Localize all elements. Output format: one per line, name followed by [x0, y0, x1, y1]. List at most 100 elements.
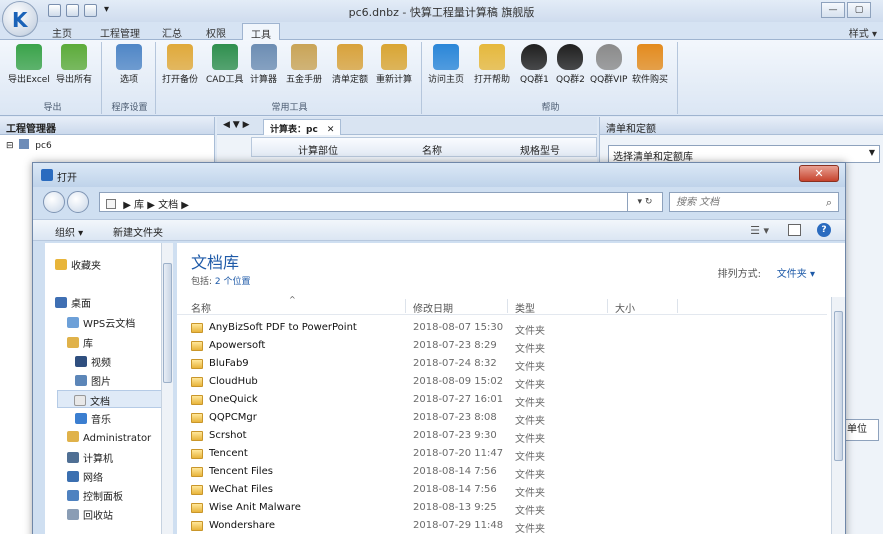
column-header-name[interactable]: 名称	[191, 300, 211, 315]
recalculate-button[interactable]: 重新计算	[376, 44, 412, 85]
open-help-button[interactable]: 打开帮助	[474, 44, 510, 85]
file-row[interactable]: WeChat Files 2018-08-14 7:56 文件夹	[177, 481, 827, 499]
ribbon-group-label: 导出	[43, 103, 62, 113]
open-backup-button[interactable]: 打开备份	[162, 44, 198, 85]
file-row[interactable]: Apowersoft 2018-07-23 8:29 文件夹	[177, 337, 827, 355]
tree-root-item[interactable]: ⊟ pc6	[0, 135, 214, 155]
help-icon[interactable]: ?	[817, 223, 831, 237]
back-button[interactable]	[43, 191, 65, 213]
qq-penguin-icon	[521, 44, 548, 70]
calculator-button[interactable]: 计算器	[250, 44, 277, 85]
includes-label: 包括:	[191, 277, 213, 287]
document-icon	[74, 395, 86, 406]
tab-nav-arrows[interactable]: ◀ ▼ ▶	[223, 120, 250, 130]
tab-summary[interactable]: 汇总	[154, 23, 190, 40]
nav-item-computer[interactable]: 计算机	[67, 450, 113, 465]
hardware-manual-button[interactable]: 五金手册	[286, 44, 322, 85]
folder-icon	[191, 341, 203, 351]
collapse-icon[interactable]: ⊟	[6, 141, 14, 151]
address-bar[interactable]: ▶ 库 ▶ 文档 ▶	[99, 192, 663, 212]
file-row[interactable]: Wondershare 2018-07-29 11:48 文件夹	[177, 517, 827, 534]
new-folder-button[interactable]: 新建文件夹	[113, 224, 163, 239]
close-button[interactable]: ✕	[799, 165, 839, 182]
ribbon-group-help: 访问主页 打开帮助 QQ群1 QQ群2 QQ群VIP 软件购买 帮助	[424, 42, 678, 114]
file-row[interactable]: Tencent 2018-07-20 11:47 文件夹	[177, 445, 827, 463]
nav-item-music[interactable]: 音乐	[75, 411, 111, 426]
breadcrumb[interactable]: ▶ 库 ▶ 文档 ▶	[123, 200, 189, 211]
nav-item-pictures[interactable]: 图片	[75, 373, 111, 388]
nav-item-videos[interactable]: 视频	[75, 354, 111, 369]
search-input[interactable]	[676, 195, 816, 210]
nav-item-wps-cloud[interactable]: WPS云文档	[67, 315, 135, 330]
view-options-icon[interactable]: ☰ ▾	[750, 224, 769, 237]
nav-item-recycle-bin[interactable]: 回收站	[67, 507, 113, 522]
options-button[interactable]: 选项	[116, 44, 142, 85]
file-row[interactable]: Tencent Files 2018-08-14 7:56 文件夹	[177, 463, 827, 481]
column-separator[interactable]	[405, 299, 406, 313]
star-icon	[55, 259, 67, 270]
nav-item-administrator[interactable]: Administrator	[67, 431, 151, 444]
file-row[interactable]: OneQuick 2018-07-27 16:01 文件夹	[177, 391, 827, 409]
scrollbar-thumb[interactable]	[163, 263, 172, 383]
nav-item-library[interactable]: 库	[67, 335, 93, 350]
column-separator[interactable]	[677, 299, 678, 313]
file-row[interactable]: QQPCMgr 2018-07-23 8:08 文件夹	[177, 409, 827, 427]
refresh-button[interactable]: ▾ ↻	[627, 192, 663, 212]
dialog-titlebar: 打开 ✕	[33, 163, 845, 187]
qq-group-1-button[interactable]: QQ群1	[520, 44, 549, 85]
quota-library-select[interactable]: 选择清单和定额库 ▼	[608, 145, 880, 163]
tab-project-management[interactable]: 工程管理	[92, 23, 148, 40]
folder-icon	[191, 467, 203, 477]
tab-tools[interactable]: 工具	[242, 23, 280, 41]
column-header-type[interactable]: 类型	[515, 300, 535, 315]
file-row[interactable]: Wise Anit Malware 2018-08-13 9:25 文件夹	[177, 499, 827, 517]
locations-link[interactable]: 2 个位置	[215, 277, 251, 287]
qq-group-vip-button[interactable]: QQ群VIP	[590, 44, 627, 85]
column-header[interactable]: 名称	[422, 142, 442, 157]
export-excel-button[interactable]: 导出Excel	[8, 44, 50, 85]
tab-home[interactable]: 主页	[44, 23, 80, 40]
user-folder-icon	[67, 431, 79, 442]
search-icon[interactable]: ⌕	[826, 196, 832, 210]
buy-software-button[interactable]: 软件购买	[632, 44, 668, 85]
qq-group-2-button[interactable]: QQ群2	[556, 44, 585, 85]
column-separator[interactable]	[507, 299, 508, 313]
organize-button[interactable]: 组织 ▾	[55, 224, 83, 239]
file-row[interactable]: AnyBizSoft PDF to PowerPoint 2018-08-07 1…	[177, 319, 827, 337]
cad-tool-button[interactable]: CAD工具	[206, 44, 243, 85]
file-row[interactable]: BluFab9 2018-07-24 8:32 文件夹	[177, 355, 827, 373]
column-header[interactable]: 计算部位	[298, 142, 338, 157]
nav-item-desktop[interactable]: 桌面	[55, 295, 91, 310]
sort-dropdown[interactable]: 文件夹 ▾	[777, 265, 815, 280]
tab-permissions[interactable]: 权限	[198, 23, 234, 40]
file-scrollbar[interactable]	[831, 297, 845, 534]
bill-quota-button[interactable]: 清单定额	[332, 44, 368, 85]
tab-calc-sheet[interactable]: 计算表：pc ✕	[263, 119, 342, 135]
column-header-size[interactable]: 大小	[615, 300, 635, 315]
nav-item-documents[interactable]: 文档	[57, 390, 169, 408]
maximize-button[interactable]: ▢	[847, 2, 871, 18]
column-header-date[interactable]: 修改日期	[413, 300, 453, 315]
style-menu[interactable]: 样式 ▾	[849, 25, 877, 40]
cad-icon	[211, 44, 238, 70]
column-header[interactable]: 规格型号	[520, 142, 560, 157]
file-row[interactable]: Scrshot 2018-07-23 9:30 文件夹	[177, 427, 827, 445]
nav-scrollbar[interactable]	[161, 243, 173, 534]
visit-homepage-button[interactable]: 访问主页	[428, 44, 464, 85]
nav-item-favorites[interactable]: 收藏夹	[55, 257, 101, 272]
folder-icon	[191, 449, 203, 459]
file-row[interactable]: CloudHub 2018-08-09 15:02 文件夹	[177, 373, 827, 391]
forward-button[interactable]	[67, 191, 89, 213]
app-logo[interactable]: K	[2, 1, 38, 37]
close-icon[interactable]: ✕	[327, 125, 335, 135]
nav-item-network[interactable]: 网络	[67, 469, 103, 484]
export-all-button[interactable]: 导出所有	[56, 44, 92, 85]
nav-item-control-panel[interactable]: 控制面板	[67, 488, 123, 503]
network-icon	[67, 471, 79, 482]
ribbon-group-label: 程序设置	[111, 103, 148, 113]
library-includes: 包括: 2 个位置	[191, 274, 251, 287]
minimize-button[interactable]: —	[821, 2, 845, 18]
column-separator[interactable]	[607, 299, 608, 313]
preview-pane-icon[interactable]	[788, 224, 801, 236]
scrollbar-thumb[interactable]	[834, 311, 843, 461]
